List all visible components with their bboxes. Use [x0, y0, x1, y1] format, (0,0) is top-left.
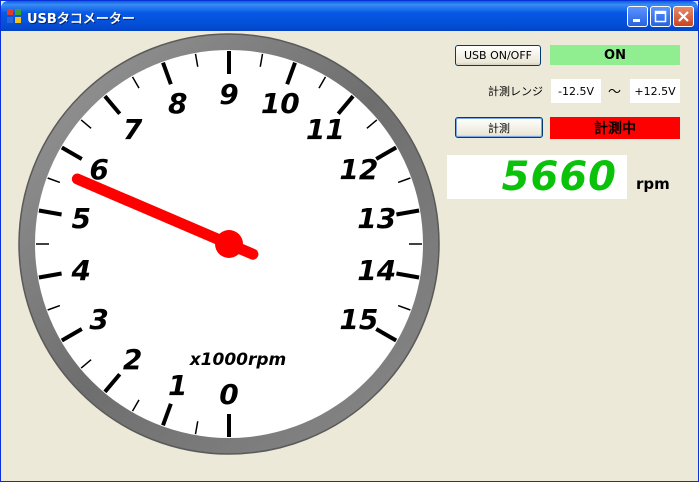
- measure-status-indicator: 計測中: [550, 117, 680, 139]
- tick-label: 12: [339, 153, 378, 186]
- close-button[interactable]: [673, 6, 694, 27]
- gauge-unit-label: x1000rpm: [189, 350, 287, 370]
- range-min-field[interactable]: -12.5V: [551, 79, 601, 103]
- range-separator: 〜: [608, 85, 622, 100]
- minimize-icon: [633, 19, 640, 22]
- measure-button[interactable]: 計測: [455, 117, 543, 138]
- range-max-field[interactable]: +12.5V: [630, 79, 680, 103]
- app-icon: [7, 9, 21, 23]
- tick-label: 4: [71, 254, 91, 287]
- tick-label: 10: [261, 87, 300, 120]
- usb-status-indicator: ON: [550, 45, 680, 65]
- rpm-readout: 5660: [447, 155, 627, 199]
- app-window: USBタコメーター 0 1 2 3 4 5 6 7 8 9 10 11 12 13 14 15: [0, 0, 699, 482]
- tick-label: 5: [72, 202, 91, 235]
- tick-label: 8: [168, 87, 187, 120]
- client-area: 0 1 2 3 4 5 6 7 8 9 10 11 12 13 14 15 x1000rpm USB ON/O…: [4, 31, 695, 479]
- tick-label: 13: [357, 202, 396, 235]
- needle-hub: [215, 230, 243, 258]
- usb-onoff-button[interactable]: USB ON/OFF: [455, 45, 541, 66]
- tick-label: 3: [89, 303, 108, 336]
- range-label: 計測レンジ: [488, 85, 543, 98]
- maximize-button[interactable]: [650, 6, 671, 27]
- window-title: USBタコメーター: [27, 12, 135, 27]
- tick-label: 7: [123, 113, 143, 146]
- tick-label: 11: [306, 113, 345, 146]
- title-bar[interactable]: USBタコメーター: [1, 1, 698, 31]
- tick-label: 0: [219, 378, 238, 411]
- tick-label: 15: [339, 303, 378, 336]
- tick-label: 2: [123, 343, 142, 376]
- maximize-icon: [654, 10, 667, 23]
- tachometer-gauge: 012345678 9 101112131415 x1000rpm: [18, 33, 440, 455]
- close-icon: [678, 11, 689, 22]
- tick-label: 1: [168, 369, 187, 402]
- rpm-unit-label: rpm: [636, 175, 670, 193]
- tick-label: 9: [219, 78, 238, 111]
- tick-label: 14: [357, 254, 396, 287]
- minimize-button[interactable]: [627, 6, 648, 27]
